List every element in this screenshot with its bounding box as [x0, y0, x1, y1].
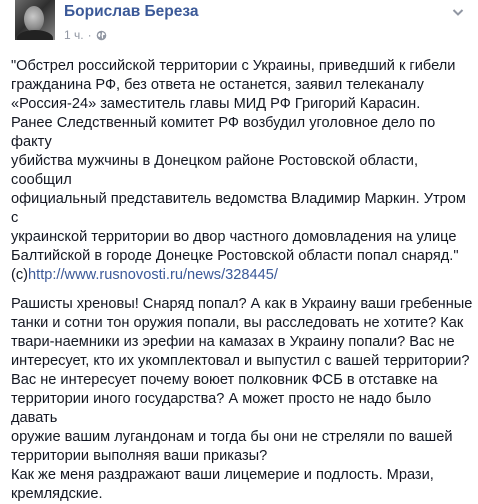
text-line: украинской территории во двор частного д… — [11, 229, 457, 245]
text-line: официальный представитель ведомства Влад… — [11, 191, 466, 226]
source-prefix: (с) — [11, 267, 29, 283]
text-line: «Россия-24» заместитель главы МИД РФ Гри… — [11, 96, 421, 112]
text-line: оружие вашим лугандонам и тогда бы они н… — [11, 429, 453, 445]
text-line: твари-наемники из эрефии на камазах в Ук… — [11, 334, 455, 350]
chevron-down-icon[interactable] — [450, 4, 466, 20]
text-line: Балтийской в городе Донецке Ростовской о… — [11, 248, 459, 264]
text-line: танки и сотни тон оружия попали, вы расс… — [11, 315, 464, 331]
source-link[interactable]: http://www.rusnovosti.ru/news/328445/ — [28, 267, 278, 283]
facebook-post: Борислав Береза 1 ч. · "Обстрел российск… — [0, 0, 478, 502]
text-line: убийства мужчины в Донецком районе Росто… — [11, 153, 419, 188]
text-line: Как же меня раздражают ваши лицемерие и … — [11, 467, 434, 483]
author-name[interactable]: Борислав Береза — [64, 3, 199, 21]
post-body: "Обстрел российской территории с Украины… — [11, 57, 473, 504]
post-header: Борислав Береза 1 ч. · — [12, 0, 466, 52]
text-line: Рашисты хреновы! Снаряд попал? А как в У… — [11, 296, 473, 312]
globe-icon[interactable] — [96, 30, 107, 41]
post-meta: 1 ч. · — [64, 28, 107, 42]
avatar-shoulder — [17, 30, 53, 40]
text-line: гражданина РФ, без ответа не останется, … — [11, 77, 424, 93]
comment-paragraph: Рашисты хреновы! Снаряд попал? А как в У… — [11, 295, 473, 504]
meta-separator: · — [87, 28, 92, 42]
text-line: территории выполняя ваши приказы? — [11, 448, 268, 464]
avatar-face — [24, 6, 44, 32]
text-line: Ранее Следственный комитет РФ возбудил у… — [11, 115, 436, 150]
text-line: "Обстрел российской территории с Украины… — [11, 58, 456, 74]
text-line: кремлядские. — [11, 486, 103, 502]
text-line: территории иного государства? А может пр… — [11, 391, 432, 426]
avatar[interactable] — [15, 0, 55, 40]
quoted-paragraph: "Обстрел российской территории с Украины… — [11, 57, 473, 285]
text-line: интересует, кто их укомплектовал и выпус… — [11, 353, 470, 369]
post-timestamp[interactable]: 1 ч. — [64, 28, 84, 42]
text-line: Вас не интересует почему воюет полковник… — [11, 372, 438, 388]
